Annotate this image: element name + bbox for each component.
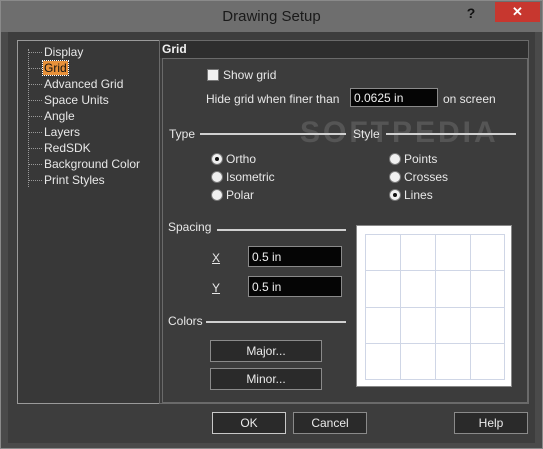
style-crosses-label: Crosses: [404, 170, 449, 184]
preview-gridline: [365, 234, 505, 235]
spacing-x-field[interactable]: [248, 246, 342, 267]
type-ortho-radio[interactable]: [211, 153, 223, 165]
panel-title: Grid: [162, 42, 187, 56]
drawing-setup-window: Drawing Setup ? ✕ Display Grid Advanced …: [0, 0, 543, 449]
minor-color-button[interactable]: Minor...: [210, 368, 322, 390]
colors-group-divider: [206, 321, 346, 323]
tree-item-display[interactable]: Display: [28, 45, 84, 60]
show-grid-label: Show grid: [223, 68, 277, 82]
help-icon[interactable]: ?: [458, 5, 484, 25]
preview-gridline: [365, 343, 505, 344]
close-button[interactable]: ✕: [495, 2, 540, 22]
spacing-x-label: X: [212, 251, 221, 265]
type-group-label: Type: [169, 127, 196, 141]
type-ortho-label: Ortho: [226, 152, 257, 166]
tree-item-layers[interactable]: Layers: [28, 125, 81, 140]
show-grid-checkbox[interactable]: [207, 69, 219, 81]
colors-group-label: Colors: [168, 314, 203, 328]
panel-header: Grid: [160, 41, 528, 58]
type-polar-label: Polar: [226, 188, 255, 202]
preview-gridline: [365, 379, 505, 380]
tree-item-angle[interactable]: Angle: [28, 109, 76, 124]
cancel-button[interactable]: Cancel: [293, 412, 367, 434]
spacing-group-label: Spacing: [168, 220, 212, 234]
tree-item-grid[interactable]: Grid: [28, 60, 69, 76]
preview-gridline: [365, 270, 505, 271]
style-group-label: Style: [353, 127, 380, 141]
style-group-divider: [386, 133, 516, 135]
style-lines-radio[interactable]: [389, 189, 401, 201]
style-crosses-radio[interactable]: [389, 171, 401, 183]
spacing-group-divider: [217, 229, 346, 231]
spacing-y-label: Y: [212, 281, 221, 295]
title-bar[interactable]: Drawing Setup ? ✕: [1, 1, 542, 32]
tree-item-advanced-grid[interactable]: Advanced Grid: [28, 77, 124, 92]
preview-gridline: [365, 307, 505, 308]
tree-item-space-units[interactable]: Space Units: [28, 93, 110, 108]
tree-item-background-color[interactable]: Background Color: [28, 157, 141, 172]
help-button[interactable]: Help: [454, 412, 528, 434]
type-group-divider: [200, 133, 346, 135]
type-isometric-radio[interactable]: [211, 171, 223, 183]
grid-preview: [356, 225, 512, 387]
hide-grid-label: Hide grid when finer than: [206, 92, 340, 106]
settings-tree[interactable]: Display Grid Advanced Grid Space Units A…: [17, 40, 160, 404]
tree-item-redsdk[interactable]: RedSDK: [28, 141, 92, 156]
style-lines-label: Lines: [404, 188, 433, 202]
type-isometric-label: Isometric: [226, 170, 275, 184]
ok-button[interactable]: OK: [212, 412, 286, 434]
style-points-label: Points: [404, 152, 438, 166]
on-screen-label: on screen: [443, 92, 496, 106]
hide-grid-threshold-field[interactable]: [350, 88, 438, 107]
major-color-button[interactable]: Major...: [210, 340, 322, 362]
tree-item-print-styles[interactable]: Print Styles: [28, 173, 106, 188]
type-polar-radio[interactable]: [211, 189, 223, 201]
spacing-y-field[interactable]: [248, 276, 342, 297]
style-points-radio[interactable]: [389, 153, 401, 165]
